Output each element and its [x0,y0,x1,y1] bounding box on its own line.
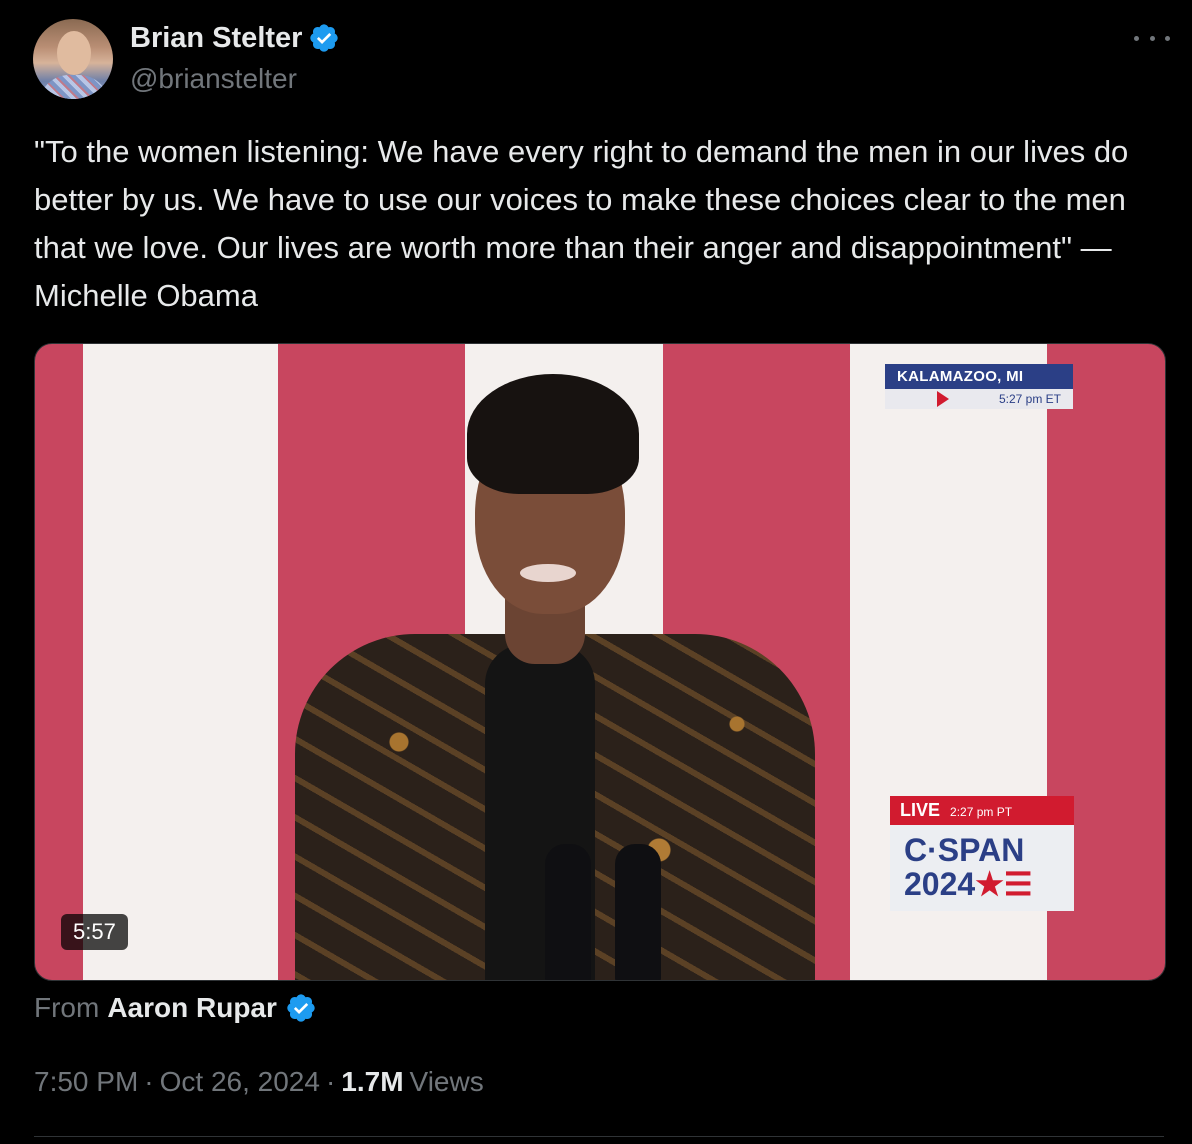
live-label: LIVE [900,800,941,820]
meta-separator: · [325,1066,336,1097]
cspan-logo: C·SPAN 2024★☰ [890,825,1074,911]
location-label: KALAMAZOO, MI [885,364,1073,389]
views-count: 1.7M [341,1066,404,1097]
play-triangle-icon [937,391,949,407]
author-handle[interactable]: @brianstelter [130,62,297,96]
location-time-text: 5:27 pm ET [998,392,1061,406]
tweet-date[interactable]: Oct 26, 2024 [160,1064,320,1100]
tweet: Brian Stelter @brianstelter "To the wome… [0,0,1192,1144]
video-player[interactable]: KALAMAZOO, MI 5:27 pm ET LIVE 2:27 pm PT… [34,343,1166,981]
location-chyron: KALAMAZOO, MI 5:27 pm ET [885,364,1073,409]
author-name[interactable]: Brian Stelter [130,21,302,55]
avatar-shirt [39,75,109,99]
cspan-year: 2024 [904,866,976,902]
video-attribution: From Aaron Rupar [34,990,317,1026]
more-options-icon[interactable] [1134,26,1170,50]
dot [1134,35,1139,41]
avatar-face [57,31,91,75]
video-frame-speaker [295,374,815,980]
divider [34,1136,1164,1137]
live-banner: LIVE 2:27 pm PT [890,796,1074,825]
attribution-prefix: From [34,992,100,1023]
views-label: Views [409,1066,484,1097]
location-time: 5:27 pm ET [885,389,1073,409]
tweet-time[interactable]: 7:50 PM [34,1064,138,1100]
cspan-bug: LIVE 2:27 pm PT C·SPAN 2024★☰ [890,796,1074,911]
cspan-network: C·SPAN [904,832,1025,868]
tweet-meta: 7:50 PM · Oct 26, 2024 · 1.7M Views [34,1064,484,1100]
cspan-year-row: 2024★☰ [904,867,1060,901]
attribution-name[interactable]: Aaron Rupar [107,990,277,1026]
avatar[interactable] [33,19,113,99]
dot [1165,35,1170,41]
video-duration-badge: 5:57 [61,914,128,950]
tweet-text: "To the women listening: We have every r… [34,134,1137,313]
author-name-row: Brian Stelter [130,21,340,55]
dot [1149,35,1155,41]
microphone [615,844,661,980]
verified-badge-icon [285,992,317,1024]
speaker-mouth [520,564,576,582]
meta-separator: · [144,1066,154,1097]
cspan-flag-icon: ★☰ [975,866,1033,902]
speaker-hair [467,374,639,494]
verified-badge-icon [308,22,340,54]
live-time: 2:27 pm PT [950,805,1013,819]
microphone [545,844,591,980]
